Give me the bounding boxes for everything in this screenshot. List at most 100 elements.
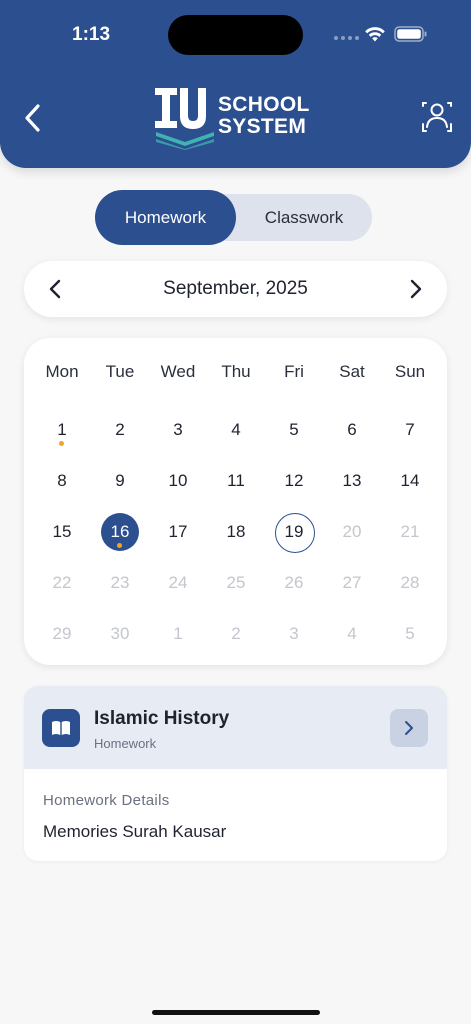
calendar: Mon Tue Wed Thu Fri Sat Sun 1 2 3 4 5 6 7 8 9 10 1… xyxy=(24,338,447,665)
calendar-day[interactable]: 29 xyxy=(33,608,91,659)
day-number: 21 xyxy=(400,521,420,541)
wifi-icon xyxy=(365,27,385,42)
day-number: 30 xyxy=(110,623,130,643)
book-icon xyxy=(42,709,80,747)
logo-emblem-icon xyxy=(155,88,214,150)
day-number: 8 xyxy=(57,470,67,490)
calendar-day[interactable]: 17 xyxy=(149,506,207,557)
day-number: 16 xyxy=(110,521,130,541)
calendar-day[interactable]: 2 xyxy=(207,608,265,659)
calendar-day[interactable]: 30 xyxy=(91,608,149,659)
home-indicator xyxy=(152,1010,320,1015)
work-type-toggle: Homework Classwork xyxy=(95,190,372,245)
calendar-day[interactable]: 5 xyxy=(381,608,439,659)
details-text: Memories Surah Kausar xyxy=(43,822,227,841)
calendar-week-row: 1 2 3 4 5 6 7 xyxy=(33,404,439,455)
calendar-day-selected[interactable]: 16 xyxy=(91,506,149,557)
day-number: 9 xyxy=(115,470,125,490)
calendar-day[interactable]: 20 xyxy=(323,506,381,557)
battery-icon xyxy=(394,26,427,42)
calendar-day[interactable]: 5 xyxy=(265,404,323,455)
calendar-day[interactable]: 6 xyxy=(323,404,381,455)
calendar-day[interactable]: 25 xyxy=(207,557,265,608)
day-number: 1 xyxy=(57,419,67,439)
day-number: 14 xyxy=(400,470,420,490)
calendar-day[interactable]: 10 xyxy=(149,455,207,506)
signal-icon xyxy=(334,36,359,40)
calendar-day[interactable]: 3 xyxy=(149,404,207,455)
calendar-day[interactable]: 26 xyxy=(265,557,323,608)
calendar-day[interactable]: 8 xyxy=(33,455,91,506)
calendar-day[interactable]: 27 xyxy=(323,557,381,608)
switch-student-icon[interactable] xyxy=(420,100,454,134)
day-number: 2 xyxy=(115,419,125,439)
day-number: 22 xyxy=(52,572,72,592)
calendar-day[interactable]: 13 xyxy=(323,455,381,506)
day-number: 24 xyxy=(168,572,188,592)
weekday-label: Tue xyxy=(105,362,135,381)
calendar-day[interactable]: 28 xyxy=(381,557,439,608)
work-type-label: Homework xyxy=(94,736,157,751)
day-number: 20 xyxy=(342,521,362,541)
calendar-day[interactable]: 24 xyxy=(149,557,207,608)
day-number: 10 xyxy=(168,470,188,490)
tab-homework[interactable]: Homework xyxy=(95,190,236,245)
calendar-day[interactable]: 3 xyxy=(265,608,323,659)
day-number: 13 xyxy=(342,470,362,490)
day-number: 7 xyxy=(405,419,415,439)
weekday-label: Sun xyxy=(394,362,426,381)
tab-classwork[interactable]: Classwork xyxy=(236,194,372,241)
day-number: 11 xyxy=(227,470,245,490)
calendar-day[interactable]: 9 xyxy=(91,455,149,506)
homework-card-header[interactable]: Islamic History Homework xyxy=(24,686,447,769)
day-number: 12 xyxy=(284,470,304,490)
calendar-day[interactable]: 1 xyxy=(33,404,91,455)
day-number: 25 xyxy=(226,572,246,592)
day-number: 4 xyxy=(347,623,357,643)
event-dot xyxy=(59,441,64,446)
calendar-day[interactable]: 7 xyxy=(381,404,439,455)
calendar-week-row: 15 16 17 18 19 20 21 xyxy=(33,506,439,557)
calendar-week-row: 8 9 10 11 12 13 14 xyxy=(33,455,439,506)
calendar-day[interactable]: 4 xyxy=(207,404,265,455)
chevron-right-icon xyxy=(405,721,413,735)
previous-month-button[interactable] xyxy=(44,277,68,301)
calendar-week-row: 29 30 1 2 3 4 5 xyxy=(33,608,439,659)
event-dot xyxy=(117,543,122,548)
day-number: 3 xyxy=(289,623,299,643)
logo-text: SCHOOL SYSTEM xyxy=(218,93,310,138)
calendar-grid: 1 2 3 4 5 6 7 8 9 10 11 12 13 14 15 16 17 18 19 20 21 22 23 24 2… xyxy=(33,404,439,659)
calendar-day[interactable]: 23 xyxy=(91,557,149,608)
calendar-day[interactable]: 21 xyxy=(381,506,439,557)
day-number: 27 xyxy=(342,572,362,592)
calendar-day[interactable]: 12 xyxy=(265,455,323,506)
day-number: 29 xyxy=(52,623,72,643)
back-button[interactable] xyxy=(18,98,48,138)
calendar-week-row: 22 23 24 25 26 27 28 xyxy=(33,557,439,608)
calendar-day[interactable]: 4 xyxy=(323,608,381,659)
calendar-day[interactable]: 11 xyxy=(207,455,265,506)
open-homework-button[interactable] xyxy=(390,709,428,747)
calendar-day[interactable]: 1 xyxy=(149,608,207,659)
day-number: 3 xyxy=(173,419,183,439)
calendar-day[interactable]: 2 xyxy=(91,404,149,455)
day-number: 2 xyxy=(231,623,241,643)
weekday-header: Mon Tue Wed Thu Fri Sat Sun xyxy=(33,362,439,382)
weekday-label: Thu xyxy=(221,362,251,381)
calendar-day[interactable]: 18 xyxy=(207,506,265,557)
calendar-day[interactable]: 15 xyxy=(33,506,91,557)
calendar-day-today[interactable]: 19 xyxy=(265,506,323,557)
month-selector: September, 2025 xyxy=(24,261,447,317)
day-number: 28 xyxy=(400,572,420,592)
day-number: 19 xyxy=(284,521,304,541)
status-time: 1:13 xyxy=(72,24,111,45)
month-label: September, 2025 xyxy=(163,278,308,299)
day-number: 4 xyxy=(231,419,241,439)
next-month-button[interactable] xyxy=(403,277,427,301)
details-label: Homework Details xyxy=(43,792,170,809)
day-number: 1 xyxy=(173,623,183,643)
calendar-day[interactable]: 14 xyxy=(381,455,439,506)
calendar-day[interactable]: 22 xyxy=(33,557,91,608)
school-system-logo: SCHOOL SYSTEM xyxy=(154,86,324,150)
day-number: 5 xyxy=(289,419,299,439)
